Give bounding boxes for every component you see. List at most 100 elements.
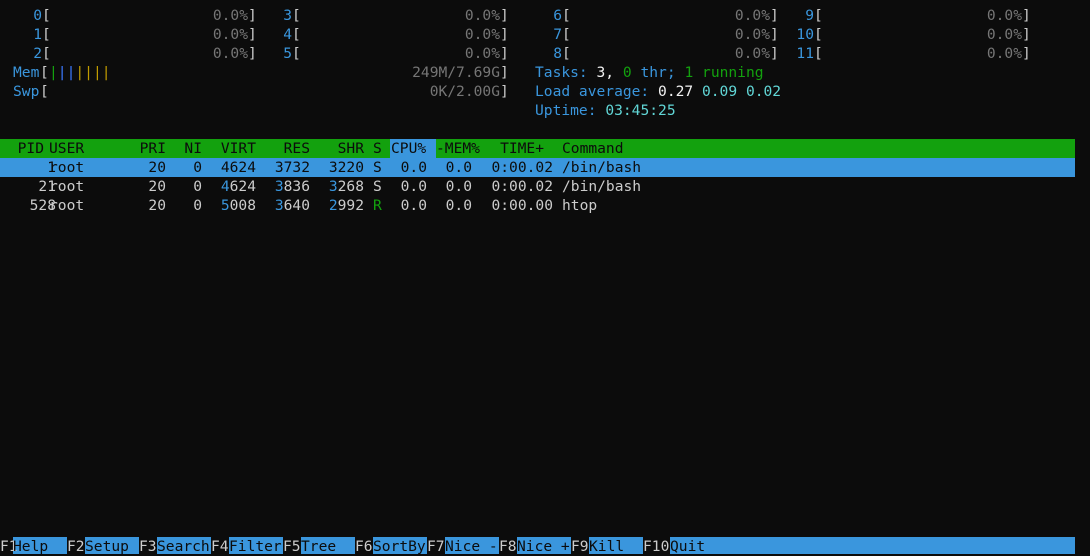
- col-state[interactable]: S: [373, 139, 382, 158]
- meter-bracket: [: [562, 26, 571, 43]
- cpu-id: 5: [283, 45, 292, 62]
- load-label: Load average:: [535, 83, 650, 100]
- meter-bracket: ]: [500, 64, 509, 81]
- virt-cell: 5008: [220, 197, 256, 214]
- fkey-label: F2: [67, 537, 85, 555]
- meter-bracket: ]: [770, 7, 779, 24]
- meter-bracket: [: [562, 45, 571, 62]
- meter-bracket: [: [814, 26, 823, 43]
- user-cell: root: [49, 178, 85, 195]
- fkey-action: Kill: [589, 538, 625, 555]
- pri-cell: 20: [148, 197, 166, 214]
- cpu-value: 0.0%: [464, 26, 500, 43]
- col-time[interactable]: TIME+: [480, 139, 544, 158]
- load-5: 0.09: [701, 83, 738, 100]
- meter-bracket: [: [814, 45, 823, 62]
- res-cell: 3640: [274, 197, 310, 214]
- col-mem[interactable]: -MEM%: [436, 139, 480, 158]
- fkey-action: SortBy: [373, 538, 426, 555]
- virt-cell: 4624: [220, 159, 256, 176]
- threads-label: thr;: [640, 64, 676, 81]
- mem-cell: 0.0: [445, 159, 472, 176]
- col-ni[interactable]: NI: [175, 139, 202, 158]
- col-virt[interactable]: VIRT: [210, 139, 256, 158]
- fkey-label: F9: [571, 537, 589, 555]
- mem-cell: 0.0: [445, 178, 472, 195]
- col-pri[interactable]: PRI: [130, 139, 166, 158]
- meter-bracket: ]: [1022, 7, 1031, 24]
- cpu-id: 1: [33, 26, 42, 43]
- state-cell: S: [373, 159, 382, 176]
- col-shr[interactable]: SHR: [318, 139, 364, 158]
- mem-bar: |||||||: [49, 64, 111, 81]
- swap-value: 0K/2.00G: [429, 83, 500, 100]
- mem-value: 249M/7.69G: [412, 64, 500, 81]
- cpu-value: 0.0%: [734, 26, 770, 43]
- meter-bracket: ]: [1022, 26, 1031, 43]
- meter-bracket: [: [42, 26, 51, 43]
- col-res[interactable]: RES: [264, 139, 310, 158]
- fkey-label: F1: [0, 537, 18, 555]
- cpu-cell: 0.0: [400, 197, 427, 214]
- cpu-value: 0.0%: [734, 45, 770, 62]
- pid-cell: 1: [47, 159, 56, 176]
- cpu-value: 0.0%: [464, 7, 500, 24]
- pri-cell: 20: [148, 159, 166, 176]
- col-pid[interactable]: PID: [0, 139, 44, 158]
- threads-count: 0: [622, 64, 632, 81]
- meter-bracket: [: [292, 26, 301, 43]
- running-label: running: [702, 64, 764, 81]
- ni-cell: 0: [193, 197, 202, 214]
- meter-bracket: [: [814, 7, 823, 24]
- user-cell: root: [49, 159, 85, 176]
- cpu-value: 0.0%: [734, 7, 770, 24]
- state-cell: S: [373, 178, 382, 195]
- meter-bracket: ]: [248, 7, 257, 24]
- running-count: 1: [684, 64, 694, 81]
- meter-bracket: [: [562, 7, 571, 24]
- fkey-action: Filter: [229, 538, 282, 555]
- fkey-label: F10: [643, 537, 670, 555]
- meter-bracket: ]: [1022, 45, 1031, 62]
- meter-bracket: ]: [770, 45, 779, 62]
- time-cell: 0:00.02: [491, 178, 553, 195]
- load-1: 0.27: [658, 83, 694, 100]
- meter-bracket: ]: [500, 7, 509, 24]
- load-average: Load average: 0.27 0.09 0.02: [535, 82, 781, 101]
- command-cell: /bin/bash: [562, 159, 642, 176]
- mem-cell: 0.0: [445, 197, 472, 214]
- col-command[interactable]: Command: [562, 139, 624, 158]
- shr-cell: 2992: [328, 197, 364, 214]
- cpu-id: 4: [283, 26, 292, 43]
- swap-label: Swp: [13, 83, 40, 100]
- fkey-label: F8: [499, 537, 517, 555]
- cpu-id: 2: [33, 45, 42, 62]
- meter-bracket: ]: [500, 83, 509, 100]
- shr-cell: 3220: [328, 159, 364, 176]
- meter-bracket: ]: [770, 26, 779, 43]
- cpu-value: 0.0%: [986, 7, 1022, 24]
- meter-bracket: [: [42, 7, 51, 24]
- fkey-action: Nice +: [517, 538, 570, 555]
- user-cell: root: [49, 197, 85, 214]
- meter-bracket: ]: [248, 26, 257, 43]
- col-cpu[interactable]: CPU%: [391, 139, 426, 158]
- uptime-value: 03:45:25: [605, 102, 676, 119]
- fkey-label: F5: [283, 537, 301, 555]
- tasks-count: 3,: [596, 64, 615, 81]
- fkey-action: Setup: [85, 538, 129, 555]
- col-user[interactable]: USER: [49, 139, 84, 158]
- fkey-action: Quit: [670, 538, 706, 555]
- cpu-value: 0.0%: [464, 45, 500, 62]
- pid-cell: 21: [38, 178, 56, 195]
- ni-cell: 0: [193, 159, 202, 176]
- cpu-id: 6: [553, 7, 562, 24]
- meter-bracket: [: [292, 45, 301, 62]
- fkey-label: F3: [139, 537, 157, 555]
- fkey-label: F6: [355, 537, 373, 555]
- meter-bracket: ]: [500, 45, 509, 62]
- pri-cell: 20: [148, 178, 166, 195]
- cpu-value: 0.0%: [986, 45, 1022, 62]
- tasks-summary: Tasks: 3, 0 thr; 1 running: [535, 63, 764, 82]
- cpu-id: 8: [553, 45, 562, 62]
